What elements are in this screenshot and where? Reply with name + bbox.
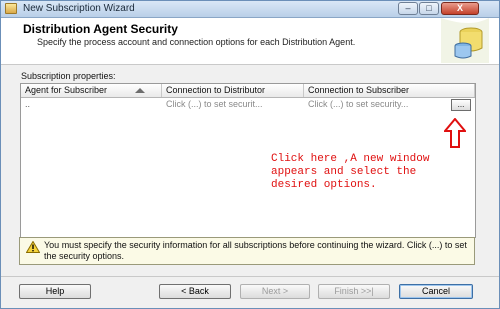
instruction-annotation: Click here ,A new window appears and sel… bbox=[271, 153, 430, 191]
next-button[interactable]: Next > bbox=[240, 284, 310, 299]
subscriber-connection-cell[interactable]: Click (...) to set security... bbox=[304, 98, 450, 111]
distributor-connection-cell[interactable]: Click (...) to set securit... bbox=[162, 98, 304, 111]
agent-cell[interactable]: .. bbox=[21, 98, 162, 111]
window-title: New Subscription Wizard bbox=[23, 3, 135, 14]
close-button[interactable]: X bbox=[441, 2, 479, 15]
warning-message: You must specify the security informatio… bbox=[44, 240, 467, 261]
warning-icon bbox=[26, 241, 40, 253]
table-row[interactable]: .. Click (...) to set securit... Click (… bbox=[21, 98, 475, 111]
set-security-button[interactable]: ... bbox=[451, 99, 471, 111]
back-button[interactable]: < Back bbox=[159, 284, 231, 299]
subscription-properties-label: Subscription properties: bbox=[21, 71, 116, 81]
page-title: Distribution Agent Security bbox=[23, 22, 178, 36]
column-header-subscriber[interactable]: Connection to Subscriber bbox=[304, 84, 475, 97]
warning-panel: You must specify the security informatio… bbox=[19, 237, 475, 265]
cancel-button[interactable]: Cancel bbox=[399, 284, 473, 299]
maximize-button[interactable]: □ bbox=[419, 2, 439, 15]
help-button[interactable]: Help bbox=[19, 284, 91, 299]
title-bar[interactable]: New Subscription Wizard – □ X bbox=[1, 1, 499, 18]
minimize-button[interactable]: – bbox=[398, 2, 418, 15]
wizard-window: New Subscription Wizard – □ X Distributi… bbox=[0, 0, 500, 309]
grid-header: Agent for Subscriber Connection to Distr… bbox=[21, 84, 475, 98]
column-header-distributor[interactable]: Connection to Distributor bbox=[162, 84, 304, 97]
page-subtitle: Specify the process account and connecti… bbox=[37, 37, 356, 47]
finish-button[interactable]: Finish >>| bbox=[318, 284, 390, 299]
wizard-icon bbox=[5, 3, 17, 14]
footer-divider bbox=[1, 276, 499, 277]
wizard-header: Distribution Agent Security Specify the … bbox=[1, 18, 499, 65]
up-arrow-icon bbox=[444, 118, 466, 148]
sort-ascending-icon bbox=[135, 88, 145, 93]
database-users-icon bbox=[441, 18, 489, 63]
